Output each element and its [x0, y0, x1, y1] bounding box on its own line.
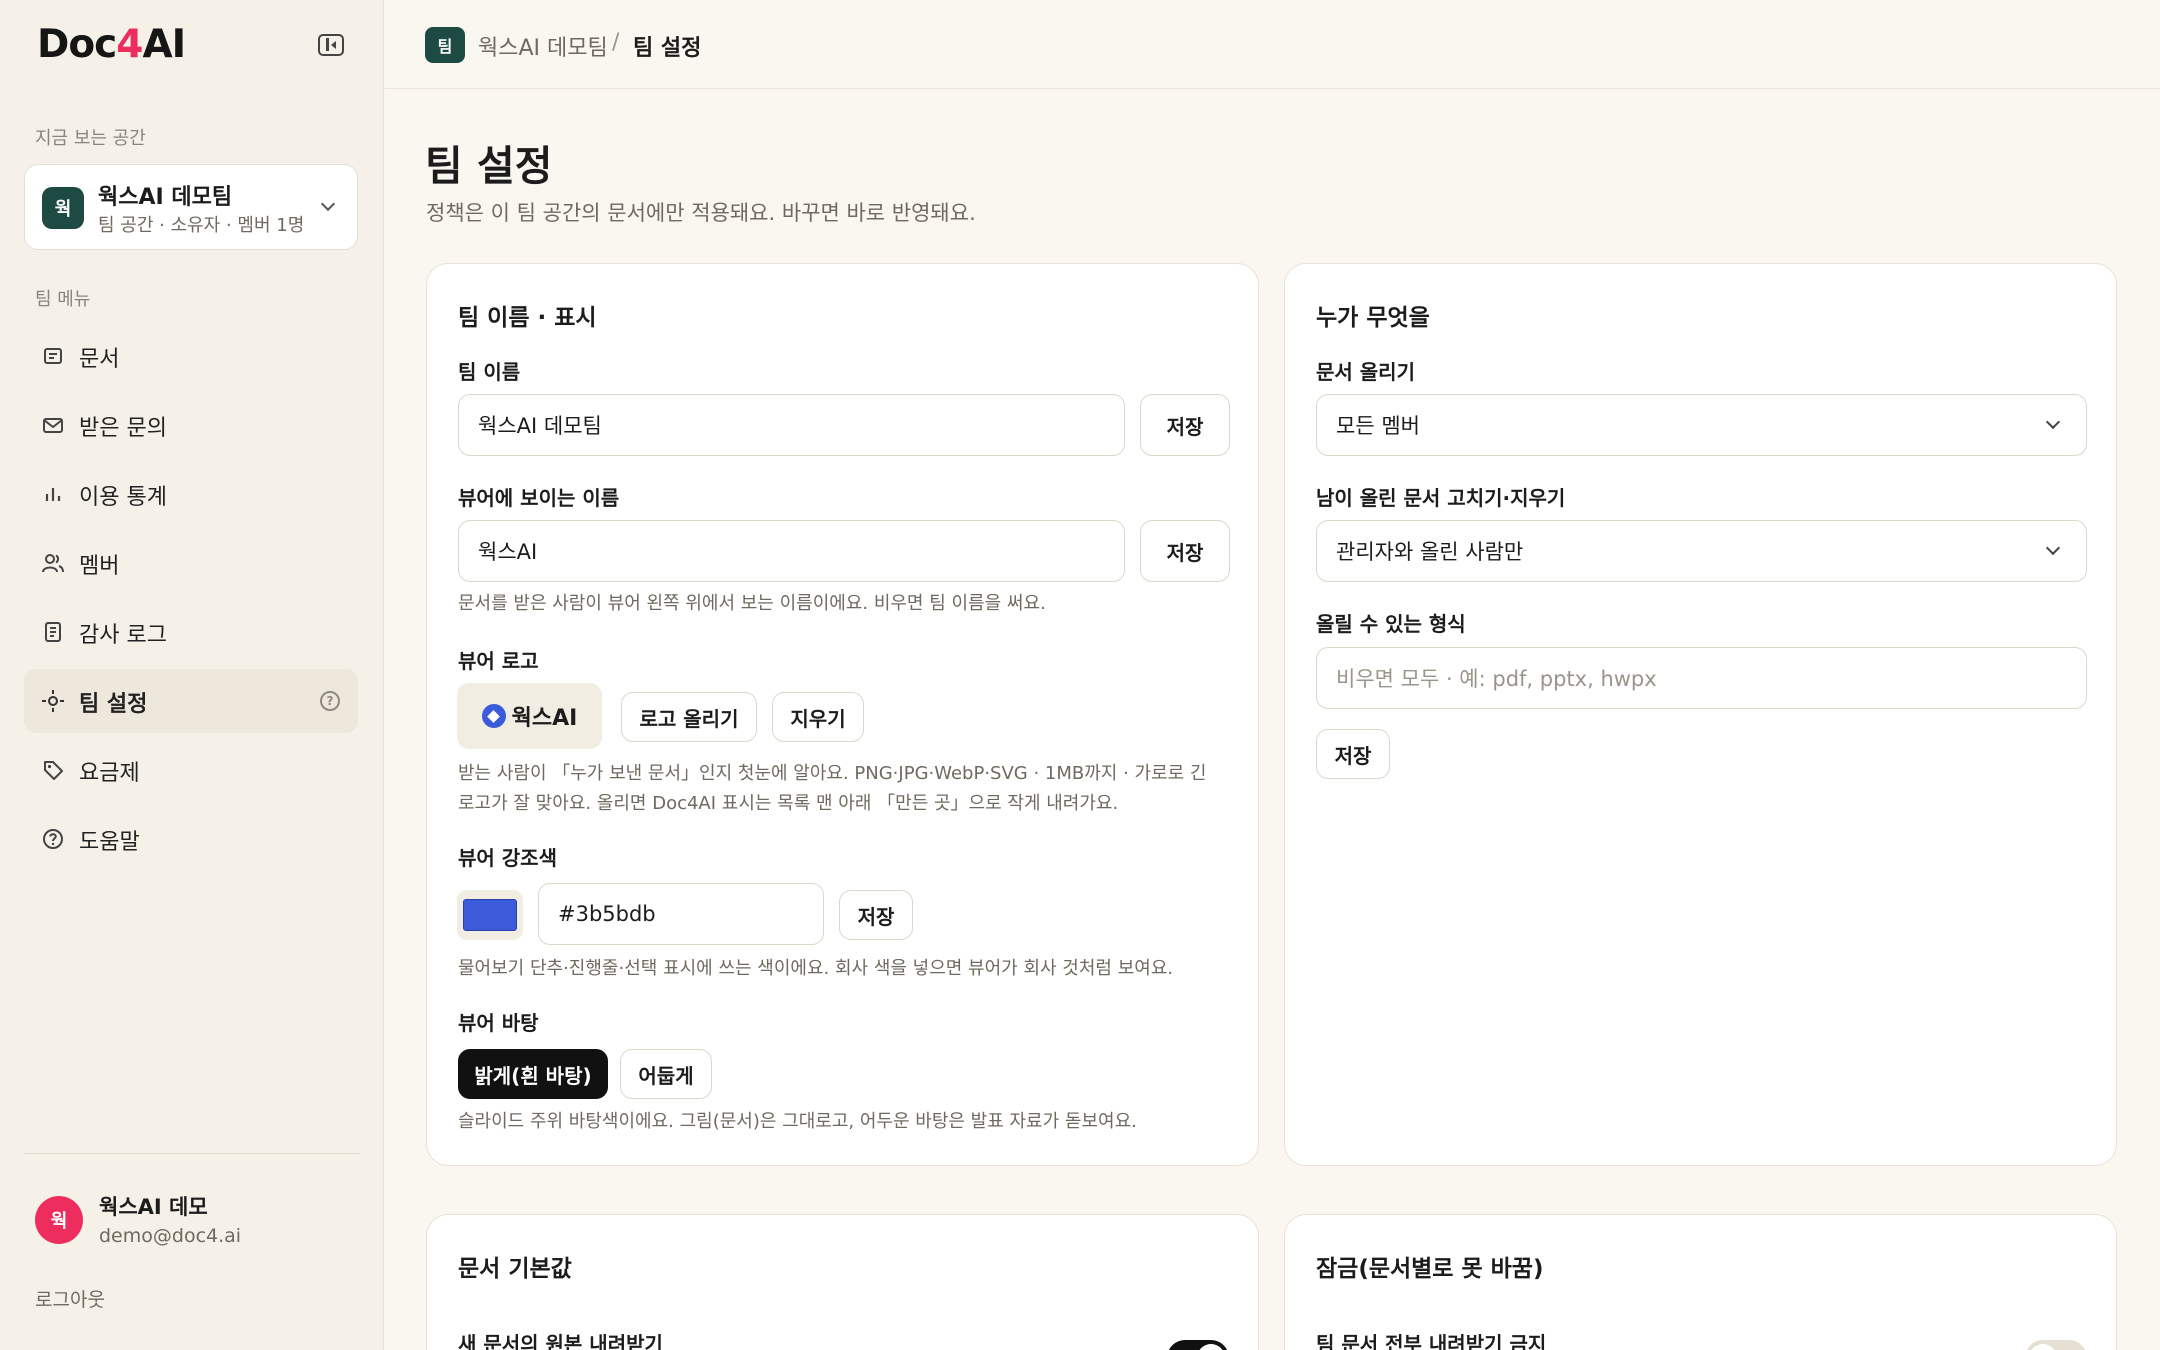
save-viewer-name-button[interactable]: 저장 [1140, 520, 1230, 582]
bg-light-button[interactable]: 밝게(흰 바탕) [458, 1049, 608, 1099]
locks-card: 잠금(문서별로 못 바꿈) 팀 문서 전부 내려받기 금지 [1284, 1214, 2117, 1350]
sidebar-item-label: 멤버 [79, 554, 120, 579]
upload-permission-select[interactable]: 모든 멤버 [1316, 394, 2087, 456]
delete-logo-button[interactable]: 지우기 [772, 692, 864, 742]
sidebar-item-label: 받은 문의 [79, 416, 167, 441]
save-formats-button[interactable]: 저장 [1316, 729, 1390, 779]
accent-color-input[interactable]: #3b5bdb [538, 883, 824, 945]
formats-input[interactable]: 비우면 모두 · 예: pdf, pptx, hwpx [1316, 647, 2087, 709]
page-subtitle: 정책은 이 팀 공간의 문서에만 적용돼요. 바꾸면 바로 반영돼요. [426, 201, 976, 225]
mail-icon [41, 413, 65, 437]
viewer-background-label: 뷰어 바탕 [458, 1011, 539, 1035]
space-name: 웍스AI 데모팀 [98, 185, 233, 210]
tag-icon [41, 758, 65, 782]
upload-permission-label: 문서 올리기 [1316, 360, 1415, 384]
space-switcher[interactable]: 웍 웍스AI 데모팀 팀 공간 · 소유자 · 멤버 1명 [24, 164, 358, 250]
toggle-knob [2029, 1344, 2057, 1350]
user-email: demo@doc4.ai [99, 1225, 242, 1247]
bar-chart-icon [41, 482, 65, 506]
chevron-down-icon [2045, 540, 2061, 556]
sidebar: Doc4AI 지금 보는 공간 웍 웍스AI 데모팀 팀 공간 · 소유자 · … [0, 0, 384, 1350]
team-name-label: 팀 이름 [458, 360, 521, 384]
viewer-name-label: 뷰어에 보이는 이름 [458, 486, 620, 510]
sidebar-item-label: 감사 로그 [79, 623, 167, 648]
users-icon [41, 551, 65, 575]
select-value: 모든 멤버 [1336, 414, 1420, 438]
sidebar-item-help[interactable]: 도움말 [24, 807, 358, 871]
breadcrumb-parent-link[interactable]: 웍스AI 데모팀 [478, 30, 608, 62]
space-avatar: 웍 [42, 187, 84, 229]
edit-permission-label: 남이 올린 문서 고치기·지우기 [1316, 486, 1566, 510]
card-title: 팀 이름 · 표시 [458, 305, 597, 331]
card-title: 잠금(문서별로 못 바꿈) [1316, 1256, 1544, 1282]
accent-hint: 물어보기 단추·진행줄·선택 표시에 쓰는 색이에요. 회사 색을 넣으면 뷰어… [458, 958, 1174, 979]
sidebar-item-label: 도움말 [79, 830, 140, 855]
help-icon[interactable]: ? [320, 691, 340, 711]
logo-hint: 받는 사람이 「누가 보낸 문서」인지 첫눈에 알아요. PNG·JPG·Web… [458, 763, 1207, 784]
sidebar-item-audit-log[interactable]: 감사 로그 [24, 600, 358, 664]
document-defaults-card: 문서 기본값 새 문서의 원본 내려받기 [426, 1214, 1259, 1350]
sidebar-item-documents[interactable]: 문서 [24, 324, 358, 388]
team-menu-label: 팀 메뉴 [35, 289, 91, 310]
breadcrumb-team-avatar: 팀 [425, 27, 465, 63]
sidebar-item-label: 문서 [79, 347, 120, 372]
breadcrumb-current: 팀 설정 [633, 36, 702, 61]
edit-permission-select[interactable]: 관리자와 올린 사람만 [1316, 520, 2087, 582]
viewer-name-hint: 문서를 받은 사람이 뷰어 왼쪽 위에서 보는 이름이에요. 비우면 팀 이름을… [458, 593, 1046, 614]
sidebar-collapse-icon[interactable] [318, 34, 344, 56]
select-value: 관리자와 올린 사람만 [1336, 540, 1524, 564]
settings-icon [41, 689, 65, 713]
sidebar-item-pricing[interactable]: 요금제 [24, 738, 358, 802]
log-icon [41, 620, 65, 644]
breadcrumb-separator: / [612, 30, 620, 55]
current-space-label: 지금 보는 공간 [35, 128, 146, 149]
color-swatch [463, 899, 517, 931]
team-name-input[interactable]: 웍스AI 데모팀 [458, 394, 1125, 456]
block-download-label: 팀 문서 전부 내려받기 금지 [1316, 1332, 1547, 1350]
team-display-card: 팀 이름 · 표시 팀 이름 웍스AI 데모팀 저장 뷰어에 보이는 이름 웍스… [426, 263, 1259, 1166]
permissions-card: 누가 무엇을 문서 올리기 모든 멤버 남이 올린 문서 고치기·지우기 관리자… [1284, 263, 2117, 1166]
card-title: 문서 기본값 [458, 1256, 572, 1282]
viewer-logo-label: 뷰어 로고 [458, 649, 539, 673]
logo-hint: 로고가 잘 맞아요. 올리면 Doc4AI 표시는 목록 맨 아래 「만든 곳」… [458, 793, 1119, 814]
chevron-down-icon [320, 196, 336, 212]
save-accent-button[interactable]: 저장 [839, 890, 913, 940]
chevron-down-icon [2045, 414, 2061, 430]
sidebar-item-team-settings[interactable]: 팀 설정 ? [24, 669, 358, 733]
original-download-label: 새 문서의 원본 내려받기 [458, 1332, 663, 1350]
sidebar-item-label: 이용 통계 [79, 485, 167, 510]
bg-dark-button[interactable]: 어둡게 [620, 1049, 712, 1099]
app-logo[interactable]: Doc4AI [37, 22, 186, 67]
sidebar-divider [24, 1153, 360, 1154]
toggle-knob [1197, 1344, 1225, 1350]
original-download-toggle[interactable] [1167, 1340, 1229, 1350]
space-meta: 팀 공간 · 소유자 · 멤버 1명 [98, 215, 305, 236]
user-name: 웍스AI 데모 [99, 1195, 208, 1219]
logo-preview-text: 웍스AI [511, 706, 578, 731]
sidebar-item-inquiries[interactable]: 받은 문의 [24, 393, 358, 457]
accent-color-picker[interactable] [457, 890, 523, 940]
upload-logo-button[interactable]: 로고 올리기 [621, 692, 757, 742]
background-hint: 슬라이드 주위 바탕색이에요. 그림(문서)은 그대로고, 어두운 바탕은 발표… [458, 1111, 1137, 1132]
sidebar-item-label: 요금제 [79, 761, 140, 786]
save-team-name-button[interactable]: 저장 [1140, 394, 1230, 456]
brand-logo-icon [481, 704, 506, 728]
block-download-toggle[interactable] [2025, 1340, 2087, 1350]
document-icon [41, 344, 65, 368]
sidebar-item-members[interactable]: 멤버 [24, 531, 358, 595]
sidebar-item-stats[interactable]: 이용 통계 [24, 462, 358, 526]
viewer-name-input[interactable]: 웍스AI [458, 520, 1125, 582]
card-title: 누가 무엇을 [1316, 305, 1430, 331]
logout-link[interactable]: 로그아웃 [35, 1285, 105, 1312]
logo-preview: 웍스AI [457, 683, 602, 749]
breadcrumb: 팀 웍스AI 데모팀 / 팀 설정 [385, 0, 2160, 89]
sidebar-item-label: 팀 설정 [79, 692, 148, 717]
formats-label: 올릴 수 있는 형식 [1316, 612, 1466, 636]
avatar[interactable]: 웍 [35, 1196, 83, 1244]
help-circle-icon [41, 827, 65, 851]
accent-color-label: 뷰어 강조색 [458, 846, 557, 870]
page-title: 팀 설정 [425, 142, 553, 190]
